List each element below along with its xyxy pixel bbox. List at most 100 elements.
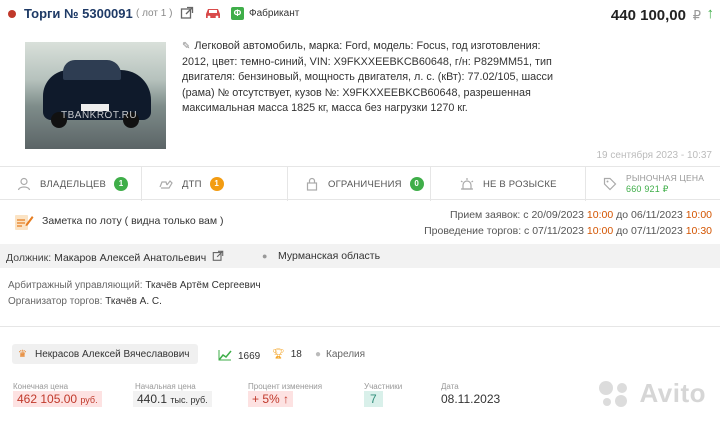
managers-block: Арбитражный управляющий: Ткачёв Артём Се… — [8, 278, 261, 310]
arrow-up-icon: ↑ — [283, 392, 290, 406]
applications-from-time: 10:00 — [586, 209, 614, 221]
lot-title-link[interactable]: Торги № 5300091 — [24, 6, 133, 21]
change-percent: + 5% ↑ — [248, 391, 294, 407]
wins-value: 18 — [290, 349, 302, 360]
wanted-label: НЕ В РОЗЫСКЕ — [483, 178, 557, 190]
arbitration-label: Арбитражный управляющий: — [8, 280, 143, 291]
currency-symbol: ₽ — [692, 8, 701, 23]
siren-icon — [459, 176, 475, 192]
external-link-icon[interactable] — [180, 6, 194, 20]
divider — [0, 326, 720, 327]
lot-number: ( лот 1 ) — [136, 8, 173, 19]
manufacturer-label: Фабрикант — [249, 8, 300, 19]
final-price: 462 105.00 руб. — [13, 391, 102, 407]
lot-description: ✎ Легковой автомобиль, марка: Ford, модел… — [182, 39, 562, 117]
fabrikant-icon: Ф — [231, 7, 244, 20]
change-box: + 5% ↑ — [248, 391, 294, 407]
lot-photo[interactable]: TBANKROT.RU — [25, 42, 166, 149]
owners-stat[interactable]: ВЛАДЕЛЬЦЕВ 1 — [0, 167, 142, 201]
price-tag-icon — [602, 176, 618, 192]
final-price-box: 462 105.00 руб. — [13, 391, 102, 407]
arbitration-name[interactable]: Ткачёв Артём Сергеевич — [145, 280, 260, 291]
trading-from-time: 10:00 — [586, 225, 614, 237]
start-price: 440.1 тыс. руб. — [133, 391, 212, 407]
start-price-label: Начальная цена — [135, 382, 196, 391]
auction-dates: Прием заявок: с 20/09/2023 10:00 до 06/1… — [424, 207, 712, 239]
wanted-stat[interactable]: НЕ В РОЗЫСКЕ — [431, 167, 586, 201]
applications-to: 06/11/2023 — [631, 209, 683, 221]
trading-to-word: до — [616, 225, 629, 237]
trading-label: Проведение торгов: — [424, 225, 522, 237]
market-price-value: 660 921 ₽ — [626, 184, 669, 194]
photo-watermark: TBANKROT.RU — [61, 110, 138, 121]
applications-label: Прием заявок: — [449, 209, 521, 221]
participants-count: 7 — [364, 391, 383, 407]
trophy-icon: 🏆︎ — [272, 349, 285, 360]
avito-text: Avito — [639, 378, 706, 408]
debtor-region: ● Мурманская область — [262, 250, 380, 262]
final-price-unit: руб. — [80, 395, 98, 405]
change-value: + 5% — [252, 392, 280, 406]
arrow-up-icon: ↑ — [706, 5, 715, 22]
winner-rating: 1669 — [218, 349, 260, 364]
winner-wins: 🏆︎ 18 — [272, 349, 302, 360]
market-price-label: РЫНОЧНАЯ ЦЕНА — [626, 173, 705, 183]
dtp-stat[interactable]: ДТП 1 — [142, 167, 288, 201]
debtor-info: Должник: Макаров Алексей Анатольевич — [6, 250, 224, 264]
trading-to-time: 10:30 — [685, 225, 712, 237]
market-price-stat[interactable]: РЫНОЧНАЯ ЦЕНА 660 921 ₽ — [586, 167, 720, 201]
restrictions-label: ОГРАНИЧЕНИЯ — [328, 178, 402, 190]
restrictions-stat[interactable]: ОГРАНИЧЕНИЯ 0 — [288, 167, 431, 201]
external-link-icon[interactable] — [212, 250, 224, 262]
participants: 7 — [364, 391, 383, 407]
rating-value: 1669 — [238, 351, 261, 362]
dtp-label: ДТП — [182, 178, 202, 190]
manufacturer-badge[interactable]: Ф Фабрикант — [231, 6, 299, 21]
lock-icon — [304, 176, 320, 192]
participants-label: Участники — [364, 382, 403, 391]
owners-label: ВЛАДЕЛЬЦЕВ — [40, 178, 107, 190]
final-price-value: 462 105.00 — [17, 392, 78, 406]
crown-icon: ♛ — [18, 348, 27, 360]
organizer: Организатор торгов: Ткачёв А. С. — [8, 294, 261, 310]
trading-from-word: с — [524, 225, 530, 237]
status-dot — [8, 10, 16, 18]
trading-from: 07/11/2023 — [532, 225, 584, 237]
car-icon[interactable] — [204, 6, 222, 20]
start-price-unit: тыс. руб. — [170, 395, 208, 405]
stats-bar: ВЛАДЕЛЬЦЕВ 1 ДТП 1 ОГРАНИЧЕНИЯ 0 НЕ В РО… — [0, 166, 720, 201]
date-label: Дата — [441, 382, 459, 391]
winner-region: ● Карелия — [315, 349, 365, 360]
winner-name: Некрасов Алексей Вячеславович — [34, 348, 190, 360]
note-edit-icon[interactable] — [14, 212, 34, 232]
winner-region-name: Карелия — [326, 349, 366, 360]
change-label: Процент изменения — [248, 382, 323, 391]
restrictions-count-badge: 0 — [409, 177, 424, 191]
winner-chip[interactable]: ♛ Некрасов Алексей Вячеславович — [12, 344, 198, 364]
crash-icon — [158, 176, 174, 192]
owners-count-badge: 1 — [114, 177, 129, 191]
lot-timestamp: 19 сентября 2023 - 10:37 — [596, 150, 712, 161]
description-text: Легковой автомобиль, марка: Ford, модель… — [182, 40, 553, 115]
user-icon — [16, 176, 32, 192]
chart-icon — [218, 349, 232, 364]
avito-logo-icon — [597, 379, 633, 409]
organizer-name[interactable]: Ткачёв А. С. — [105, 296, 162, 307]
dtp-count-badge: 1 — [209, 177, 224, 191]
debtor-bar: Должник: Макаров Алексей Анатольевич ● Му… — [0, 244, 720, 268]
applications-from-word: с — [523, 209, 529, 221]
location-pin-icon: ● — [315, 349, 322, 360]
market-price: РЫНОЧНАЯ ЦЕНА 660 921 ₽ — [626, 173, 704, 195]
region-name: Мурманская область — [278, 250, 381, 262]
result-date: 08.11.2023 — [441, 392, 501, 406]
note-field[interactable]: Заметка по лоту ( видна только вам ) — [42, 215, 224, 227]
car-windshield — [63, 60, 121, 80]
trading-to: 07/11/2023 — [631, 225, 683, 237]
start-price-box: 440.1 тыс. руб. — [133, 391, 212, 407]
note-row: Заметка по лоту ( видна только вам ) При… — [0, 204, 720, 240]
lot-price: 440 100,00 — [610, 7, 686, 24]
debtor-name[interactable]: Макаров Алексей Анатольевич — [54, 252, 206, 264]
avito-watermark: Avito — [597, 378, 706, 409]
applications-to-time: 10:00 — [685, 209, 712, 221]
arbitration-manager: Арбитражный управляющий: Ткачёв Артём Се… — [8, 278, 261, 294]
